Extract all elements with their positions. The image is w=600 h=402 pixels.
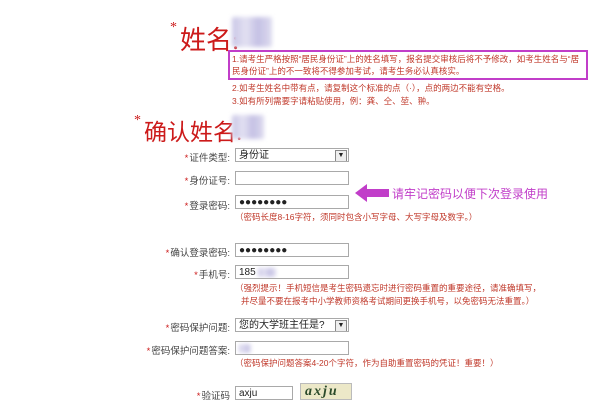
chevron-down-icon[interactable]: ▼: [335, 320, 347, 331]
captcha-input[interactable]: axju: [235, 386, 293, 400]
security-question-select[interactable]: 您的大学班主任是? ▼: [235, 318, 349, 332]
confirm-password-input[interactable]: ●●●●●●●●: [235, 243, 349, 257]
confirm-password-label-text: 确认登录密码:: [170, 248, 230, 259]
captcha-image-text: axju: [305, 384, 339, 399]
password-reminder-annotation: 请牢记密码以便下次登录使用: [392, 187, 549, 201]
required-mark: *: [184, 201, 189, 212]
id-number-label: *身份证号:: [185, 173, 230, 187]
id-type-label-text: 证件类型:: [189, 153, 230, 164]
arrow-left-icon: [355, 184, 389, 202]
password-input[interactable]: ●●●●●●●●: [235, 195, 349, 209]
id-number-input[interactable]: [235, 171, 349, 185]
confirm-password-label: *确认登录密码:: [166, 245, 230, 259]
captcha-value: axju: [239, 388, 258, 399]
id-type-select[interactable]: 身份证 ▼: [235, 148, 349, 162]
security-question-label: *密码保护问题:: [166, 320, 230, 334]
phone-input[interactable]: 185: [235, 265, 349, 279]
password-note: （密码长度8-16字符，须同时包含小写字母、大写字母及数字。）: [235, 212, 478, 222]
phone-value: 185: [239, 267, 256, 278]
phone-label: *手机号:: [194, 267, 230, 281]
password-value: ●●●●●●●●: [239, 197, 288, 208]
captcha-label-text: 验证码: [201, 391, 230, 402]
name-note-3: 3.如有所列需要字请粘贴使用，例：龚、仝、堃、翀。: [232, 96, 435, 106]
security-answer-note: （密码保护问题答案4-20个字符，作为自助重置密码的凭证！重要！）: [235, 358, 499, 368]
name-note-1: 1.请考生严格按照“居民身份证”上的姓名填写，报名提交审核后将不予修改，如考生姓…: [232, 54, 580, 76]
security-answer-redaction: [239, 343, 251, 353]
captcha-image[interactable]: axju: [300, 383, 352, 400]
required-mark: *: [170, 20, 177, 35]
id-type-label: *证件类型:: [185, 150, 230, 164]
security-question-label-text: 密码保护问题:: [170, 323, 230, 334]
chevron-down-icon[interactable]: ▼: [335, 150, 347, 161]
required-mark: *: [196, 391, 201, 402]
security-answer-input[interactable]: [235, 341, 349, 355]
security-answer-label-text: 密码保护问题答案:: [151, 346, 230, 357]
password-label: *登录密码:: [185, 198, 230, 212]
phone-redaction: [257, 267, 276, 277]
confirm-name-label: * 确认姓名:: [134, 113, 242, 147]
name-note-2: 2.如考生姓名中带有点，请复制这个标准的点（·），点的两边不能有空格。: [232, 83, 510, 93]
required-mark: *: [165, 323, 170, 334]
required-mark: *: [184, 176, 189, 187]
id-number-label-text: 身份证号:: [189, 176, 230, 187]
confirm-password-value: ●●●●●●●●: [239, 245, 288, 256]
id-type-value: 身份证: [239, 150, 269, 161]
required-mark: *: [146, 346, 151, 357]
phone-note-2: 并尽量不要在报考中小学教师资格考试期间更换手机号，以免密码无法重置。）: [241, 296, 535, 306]
required-mark: *: [194, 270, 198, 281]
security-answer-label: *密码保护问题答案:: [147, 343, 230, 357]
security-question-value: 您的大学班主任是?: [239, 320, 325, 331]
required-mark: *: [134, 113, 141, 128]
required-mark: *: [165, 248, 170, 259]
confirm-name-input[interactable]: [232, 115, 264, 139]
name-input[interactable]: [232, 17, 272, 47]
password-label-text: 登录密码:: [189, 201, 230, 212]
phone-note-1: （强烈提示！手机短信是考生密码遗忘时进行密码重置的重要途径，请准确填写，: [235, 283, 542, 293]
confirm-name-label-text: 确认姓名:: [144, 120, 243, 145]
phone-label-text: 手机号:: [198, 270, 230, 281]
required-mark: *: [184, 153, 189, 164]
